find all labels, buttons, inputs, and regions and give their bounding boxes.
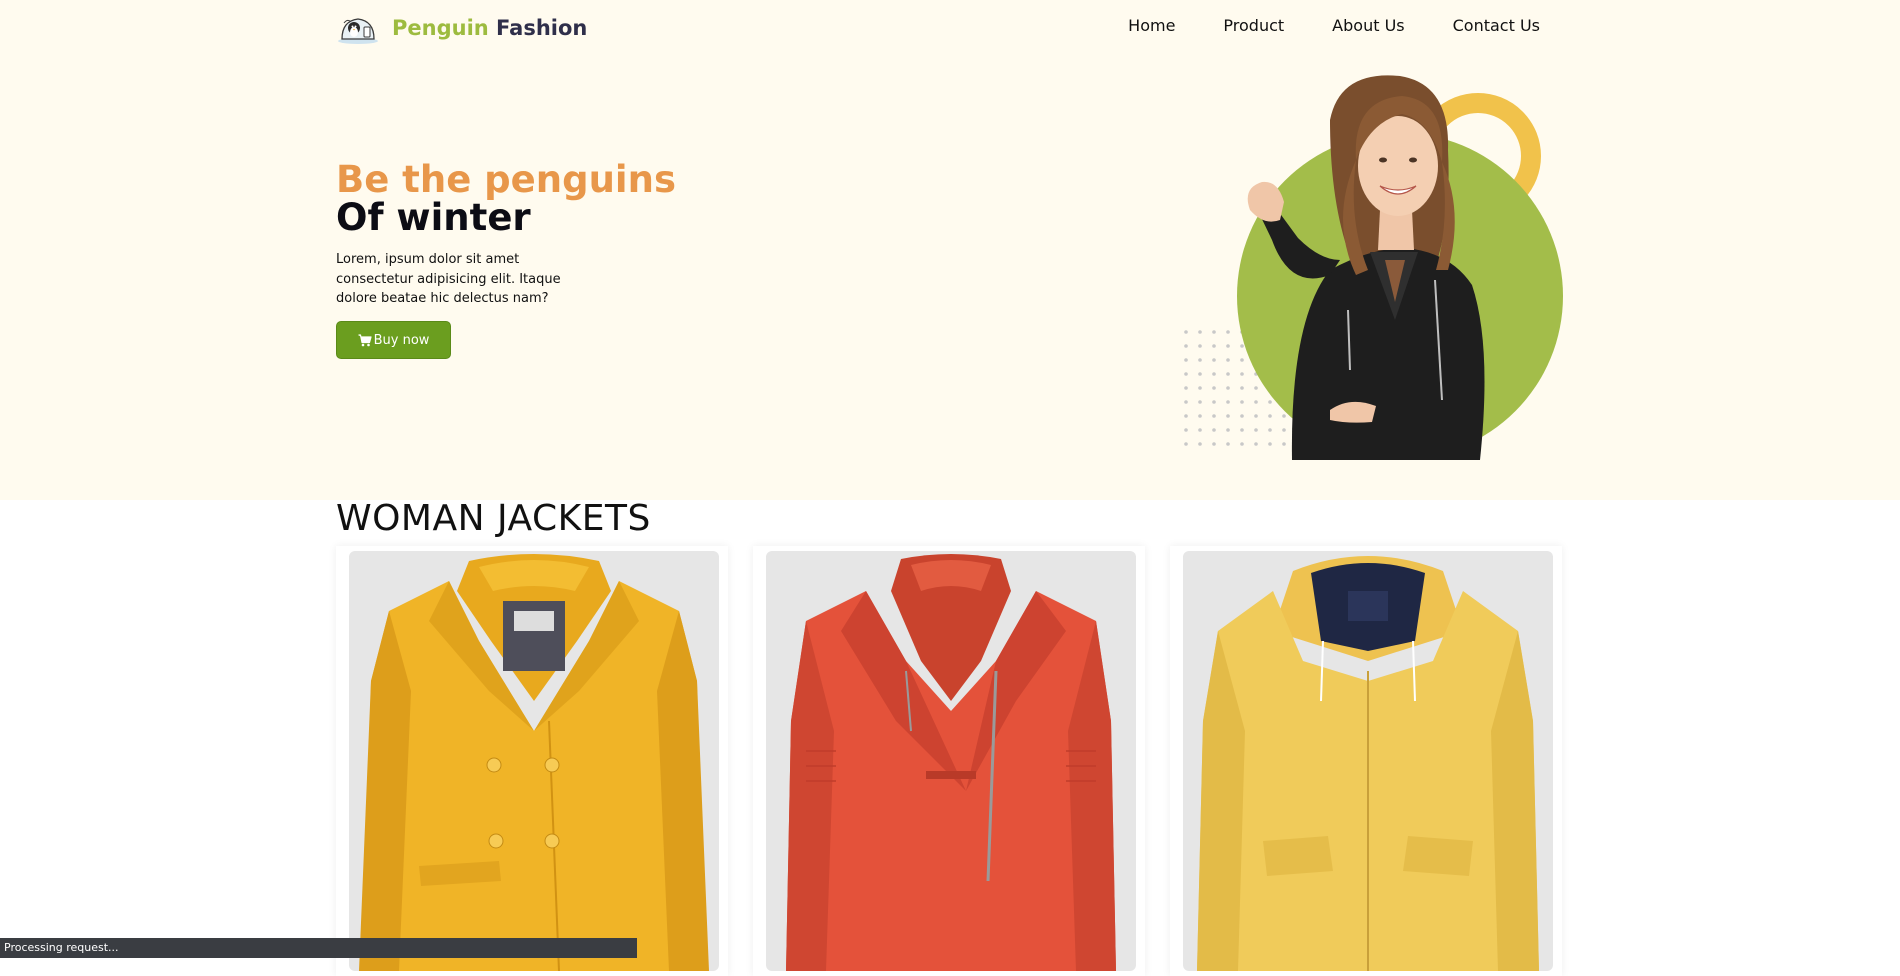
product-image-yellow-peacoat [349, 551, 719, 971]
hero-section: Penguin Fashion Home Product About Us Co… [0, 0, 1900, 500]
penguin-logo-icon [338, 18, 378, 44]
nav-product[interactable]: Product [1223, 16, 1284, 35]
logo-accent: Penguin [392, 16, 489, 40]
logo-rest: Fashion [496, 16, 588, 40]
hero-headline-line2: Of winter [336, 196, 531, 239]
product-image-yellow-parka [1183, 551, 1553, 971]
status-bar: Processing request... [0, 938, 637, 958]
buy-now-button[interactable]: Buy now [336, 321, 451, 359]
nav-contact-us[interactable]: Contact Us [1453, 16, 1540, 35]
main-nav: Home Product About Us Contact Us [1128, 16, 1540, 35]
product-image-red-leather-jacket [766, 551, 1136, 971]
product-card[interactable] [753, 546, 1145, 976]
hero-description: Lorem, ipsum dolor sit amet consectetur … [336, 252, 561, 306]
nav-home[interactable]: Home [1128, 16, 1175, 35]
section-title: WOMAN JACKETS [336, 498, 651, 539]
cart-icon [358, 333, 372, 346]
hero-model-image [1184, 75, 1563, 460]
logo[interactable]: Penguin Fashion [336, 10, 587, 46]
hero-headline-line1: Be the penguins [336, 158, 676, 201]
nav-about-us[interactable]: About Us [1332, 16, 1404, 35]
buy-now-label: Buy now [373, 332, 430, 348]
product-card[interactable] [1170, 546, 1562, 976]
product-card[interactable] [336, 546, 728, 976]
logo-text: Penguin Fashion [392, 16, 587, 40]
